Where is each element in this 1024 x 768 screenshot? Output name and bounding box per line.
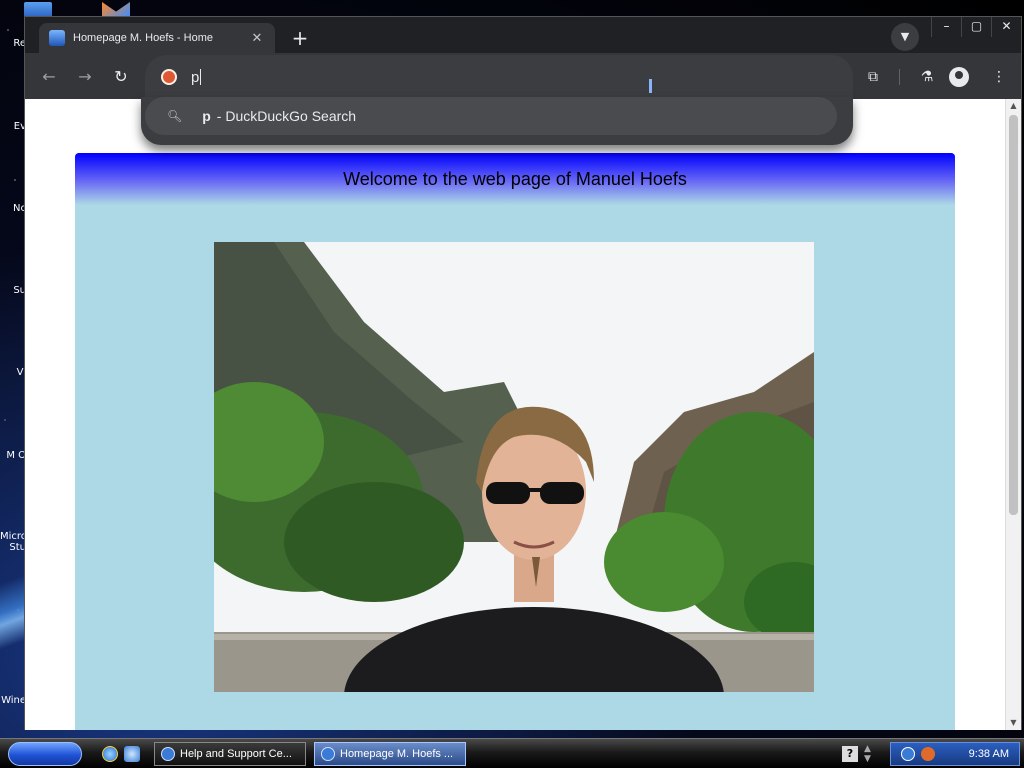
search-icon: 🔍︎: [167, 109, 183, 123]
desktop-icon-label[interactable]: M O: [0, 450, 26, 461]
tab-strip: Homepage M. Hoefs - Home ✕ + ▼ – ▢ ✕: [25, 17, 1021, 53]
reload-icon[interactable]: ↻: [107, 63, 135, 91]
address-bar[interactable]: p: [145, 55, 853, 99]
desktop-icon-label[interactable]: Su: [0, 285, 26, 296]
vertical-scrollbar[interactable]: ▲ ▼: [1005, 99, 1021, 730]
desktop-icon-label[interactable]: Wine: [0, 695, 26, 706]
quick-launch-app-icon[interactable]: [124, 746, 140, 762]
tray-help-icon[interactable]: ?: [842, 746, 858, 762]
tab-close-icon[interactable]: ✕: [249, 30, 265, 46]
window-controls: – ▢ ✕: [931, 17, 1021, 37]
desktop-wallpaper-swoosh: [0, 560, 26, 670]
profile-photo: [214, 242, 814, 692]
desktop-icon-label[interactable]: Ev: [0, 121, 26, 132]
tab-homepage[interactable]: Homepage M. Hoefs - Home ✕: [39, 23, 275, 53]
task-label: Help and Support Ce...: [180, 748, 292, 760]
menu-kebab-icon[interactable]: ⋮: [985, 63, 1013, 91]
page-title: Welcome to the web page of Manuel Hoefs: [75, 153, 955, 205]
forward-arrow-icon[interactable]: →: [71, 63, 99, 91]
tab-search-chevron-icon[interactable]: ▼: [891, 23, 919, 51]
duckduckgo-icon: [161, 69, 177, 85]
desktop-icon-label[interactable]: Nc: [0, 203, 26, 214]
extensions-puzzle-icon[interactable]: ⧉: [859, 63, 887, 91]
mouse-text-cursor: [649, 79, 652, 93]
maximize-button[interactable]: ▢: [961, 17, 991, 37]
tab-title: Homepage M. Hoefs - Home: [73, 32, 213, 44]
desktop-icon-label[interactable]: Vi: [0, 367, 26, 378]
desktop-icon-label[interactable]: Micro Stu: [0, 531, 27, 553]
tray-search-icon[interactable]: [921, 747, 935, 761]
text-caret: [200, 69, 202, 85]
new-tab-button[interactable]: +: [287, 25, 313, 51]
task-help-and-support[interactable]: Help and Support Ce...: [154, 742, 306, 766]
profile-avatar-icon[interactable]: [949, 67, 969, 87]
taskbar: Help and Support Ce... Homepage M. Hoefs…: [0, 738, 1024, 768]
scroll-up-arrow-icon[interactable]: ▲: [1006, 99, 1021, 113]
close-window-button[interactable]: ✕: [991, 17, 1021, 37]
internet-explorer-icon[interactable]: [102, 746, 118, 762]
browser-toolbar: ← → ↻ p ⧉ ⚗ ⋮: [25, 53, 1021, 99]
minimize-button[interactable]: –: [931, 17, 961, 37]
tray-help-circle-icon[interactable]: [901, 747, 915, 761]
scroll-down-arrow-icon[interactable]: ▼: [1006, 716, 1021, 730]
suggestion-query: p: [202, 108, 211, 124]
task-homepage[interactable]: Homepage M. Hoefs ...: [314, 742, 466, 766]
scroll-thumb[interactable]: [1009, 115, 1018, 515]
help-icon: [161, 747, 175, 761]
suggestion-item[interactable]: 🔍︎ p - DuckDuckGo Search: [145, 97, 837, 135]
desktop-icon-label[interactable]: Re: [0, 38, 26, 49]
browser-window: Homepage M. Hoefs - Home ✕ + ▼ – ▢ ✕ ← →…: [24, 16, 1022, 730]
suggestion-text: - DuckDuckGo Search: [216, 108, 357, 124]
clock[interactable]: 9:38 AM: [969, 748, 1009, 760]
tray-expand-arrows-icon[interactable]: ▲ ▼: [864, 744, 871, 764]
page-container: Welcome to the web page of Manuel Hoefs: [75, 153, 955, 730]
browser-icon: [321, 747, 335, 761]
back-arrow-icon[interactable]: ←: [35, 63, 63, 91]
start-button[interactable]: [8, 742, 82, 766]
labs-flask-icon[interactable]: ⚗: [913, 63, 941, 91]
page-viewport: Welcome to the web page of Manuel Hoefs: [25, 99, 1007, 730]
address-bar-input[interactable]: p: [191, 69, 199, 86]
site-favicon-icon: [49, 30, 65, 46]
omnibox-suggestions: 🔍︎ p - DuckDuckGo Search: [141, 97, 853, 145]
task-label: Homepage M. Hoefs ...: [340, 748, 454, 760]
toolbar-divider: [899, 69, 900, 85]
system-tray: 9:38 AM: [890, 742, 1020, 766]
